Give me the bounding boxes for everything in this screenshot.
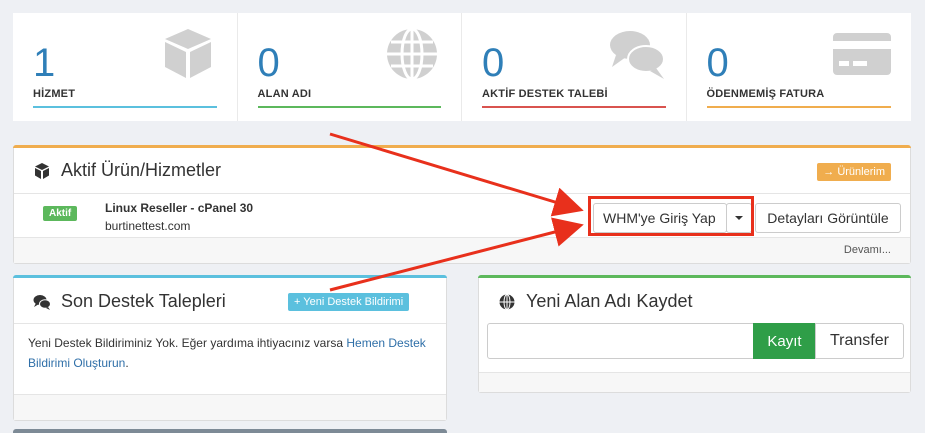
stat-number: 0	[257, 41, 280, 85]
panel-accent	[478, 275, 911, 278]
my-products-button[interactable]: → Ürünlerim	[817, 163, 891, 181]
register-button[interactable]: Kayıt	[753, 323, 816, 359]
panel-title: Yeni Alan Adı Kaydet	[498, 291, 692, 312]
transfer-button[interactable]: Transfer	[815, 323, 904, 359]
annotation-highlight-box	[588, 196, 754, 236]
stat-number: 0	[706, 41, 729, 85]
recent-tickets-panel: Son Destek Talepleri + Yeni Destek Bildi…	[13, 275, 447, 421]
panel-footer: Devamı...	[14, 237, 910, 263]
product-domain: burtinettest.com	[105, 219, 191, 233]
product-name: Linux Reseller - cPanel 30	[105, 201, 254, 215]
stat-label: ALAN ADI	[257, 88, 312, 100]
panel-divider	[14, 323, 446, 324]
new-ticket-button[interactable]: + Yeni Destek Bildirimi	[288, 293, 410, 311]
empty-tickets-message: Yeni Destek Bildiriminiz Yok. Eğer yardı…	[28, 333, 428, 373]
active-products-panel: Aktif Ürün/Hizmetler → Ürünlerim Aktif L…	[13, 145, 911, 264]
next-panel-edge	[13, 429, 447, 433]
view-details-button[interactable]: Detayları Görüntüle	[755, 203, 901, 233]
panel-title: Aktif Ürün/Hizmetler	[33, 160, 221, 181]
cube-icon	[33, 162, 51, 180]
panel-title-text: Yeni Alan Adı Kaydet	[526, 291, 693, 311]
stat-label: HİZMET	[33, 88, 76, 100]
panel-accent	[13, 145, 911, 148]
cube-icon	[164, 29, 211, 78]
globe-icon	[387, 27, 437, 81]
empty-end: .	[125, 356, 129, 370]
stat-invoices[interactable]: 0 ÖDENMEMİŞ FATURA	[687, 13, 912, 121]
stat-number: 1	[33, 41, 56, 85]
status-badge: Aktif	[43, 206, 78, 221]
stat-services[interactable]: 1 HİZMET	[13, 13, 238, 121]
stat-number: 0	[482, 41, 505, 85]
comments-icon	[33, 293, 51, 311]
panel-title: Son Destek Talepleri	[33, 291, 226, 312]
panel-footer	[479, 372, 910, 392]
credit-card-icon	[833, 33, 891, 75]
more-link[interactable]: Devamı...	[844, 244, 891, 256]
stat-label: ÖDENMEMİŞ FATURA	[706, 88, 825, 100]
stat-underline	[33, 106, 217, 108]
panel-footer	[14, 394, 446, 420]
panel-title-text: Aktif Ürün/Hizmetler	[61, 160, 222, 180]
stat-tickets[interactable]: 0 AKTİF DESTEK TALEBİ	[462, 13, 687, 121]
stat-underline	[706, 106, 891, 108]
stat-underline	[257, 106, 441, 108]
register-domain-panel: Yeni Alan Adı Kaydet Kayıt Transfer	[478, 275, 911, 393]
stat-label: AKTİF DESTEK TALEBİ	[482, 88, 608, 100]
empty-text: Yeni Destek Bildiriminiz Yok. Eğer yardı…	[28, 336, 344, 350]
globe-icon	[498, 293, 516, 311]
domain-search-input[interactable]	[487, 323, 754, 359]
stat-domains[interactable]: 0 ALAN ADI	[238, 13, 462, 121]
panel-divider	[14, 193, 910, 194]
comments-icon	[609, 31, 665, 79]
stats-bar: 1 HİZMET 0 ALAN ADI 0 AKTİF DESTEK TALEB…	[13, 13, 911, 121]
panel-accent	[13, 275, 447, 278]
panel-title-text: Son Destek Talepleri	[61, 291, 226, 311]
stat-underline	[482, 106, 666, 108]
